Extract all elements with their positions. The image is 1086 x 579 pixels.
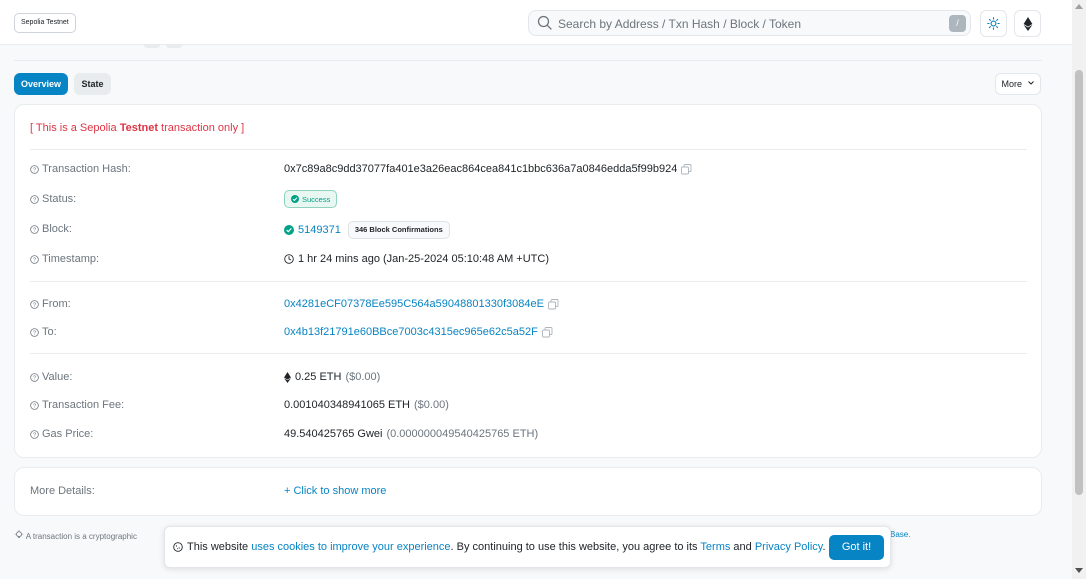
divider bbox=[30, 149, 1027, 150]
from-address-link[interactable]: 0x4281eCF07378Ee595C564a59048801330f3084… bbox=[284, 298, 544, 310]
search-placeholder: Search by Address / Txn Hash / Block / T… bbox=[558, 17, 802, 31]
to-address-link[interactable]: 0x4b13f21791e60BBce7003c4315ec965e62c5a5… bbox=[284, 326, 538, 338]
copy-icon[interactable] bbox=[548, 298, 559, 310]
divider bbox=[30, 353, 1027, 354]
cookie-text: This website uses cookies to improve you… bbox=[173, 541, 826, 553]
question-icon: ? bbox=[30, 254, 39, 264]
more-label: More bbox=[1001, 79, 1022, 89]
from-label: ? From: bbox=[30, 298, 71, 310]
more-dropdown-button[interactable]: More bbox=[995, 73, 1041, 95]
value-value: 0.25 ETH ($0.00) bbox=[284, 371, 380, 383]
search-shortcut-key: / bbox=[949, 15, 966, 32]
copy-icon[interactable] bbox=[681, 163, 692, 175]
tx-hash-label: ? Transaction Hash: bbox=[30, 163, 131, 175]
privacy-policy-link[interactable]: Privacy Policy bbox=[755, 541, 823, 553]
question-icon: ? bbox=[30, 224, 39, 234]
scroll-thumb[interactable] bbox=[1075, 70, 1083, 495]
ethereum-icon bbox=[284, 371, 291, 383]
network-badge[interactable]: Sepolia Testnet bbox=[14, 13, 76, 33]
scroll-up-arrow-icon[interactable] bbox=[1075, 4, 1083, 9]
block-number-link[interactable]: 5149371 bbox=[298, 224, 341, 236]
block-value: 5149371 346 Block Confirmations bbox=[284, 221, 450, 239]
hidden-toolbar-stub bbox=[166, 44, 182, 48]
footnote: A transaction is a cryptographic bbox=[14, 530, 137, 541]
tab-state[interactable]: State bbox=[74, 73, 111, 95]
fee-value: 0.001040348941065 ETH ($0.00) bbox=[284, 399, 449, 411]
hidden-toolbar-stub bbox=[144, 44, 160, 48]
scrollbar[interactable] bbox=[1072, 0, 1086, 579]
more-details-label: More Details: bbox=[30, 485, 95, 497]
question-icon: ? bbox=[30, 164, 39, 174]
testnet-notice: [ This is a Sepolia Testnet transaction … bbox=[30, 122, 245, 134]
gas-price-label: ? Gas Price: bbox=[30, 428, 93, 440]
lightbulb-icon bbox=[14, 530, 24, 538]
scroll-down-arrow-icon[interactable] bbox=[1075, 568, 1083, 573]
divider bbox=[30, 281, 1027, 282]
theme-toggle-button[interactable] bbox=[980, 10, 1007, 37]
search-icon bbox=[537, 15, 552, 30]
fee-label: ? Transaction Fee: bbox=[30, 399, 124, 411]
sun-icon bbox=[987, 17, 1000, 30]
timestamp-label: ? Timestamp: bbox=[30, 253, 99, 265]
check-circle-icon bbox=[291, 195, 299, 203]
show-more-link[interactable]: + Click to show more bbox=[284, 485, 386, 497]
timestamp-value: 1 hr 24 mins ago (Jan-25-2024 05:10:48 A… bbox=[284, 253, 549, 265]
top-bar: Sepolia Testnet Search by Address / Txn … bbox=[0, 0, 1072, 45]
to-label: ? To: bbox=[30, 326, 57, 338]
from-value: 0x4281eCF07378Ee595C564a59048801330f3084… bbox=[284, 298, 559, 310]
footnote-link[interactable]: Base. bbox=[890, 530, 910, 539]
tx-hash-value: 0x7c89a8c9dd37077fa401e3a26eac864cea841c… bbox=[284, 163, 692, 175]
status-label: ? Status: bbox=[30, 193, 76, 205]
value-label: ? Value: bbox=[30, 371, 72, 383]
question-icon: ? bbox=[30, 429, 39, 439]
question-icon: ? bbox=[30, 327, 39, 337]
chevron-down-icon bbox=[1027, 81, 1034, 85]
confirmations-badge: 346 Block Confirmations bbox=[347, 221, 450, 239]
clock-icon bbox=[284, 254, 294, 264]
tx-hash-text: 0x7c89a8c9dd37077fa401e3a26eac864cea841c… bbox=[284, 163, 678, 175]
gas-price-value: 49.540425765 Gwei (0.000000049540425765 … bbox=[284, 428, 539, 440]
status-value: Success bbox=[284, 190, 338, 208]
section-divider bbox=[14, 60, 1042, 61]
question-icon: ? bbox=[30, 194, 39, 204]
status-badge: Success bbox=[284, 190, 338, 208]
to-value: 0x4b13f21791e60BBce7003c4315ec965e62c5a5… bbox=[284, 326, 553, 338]
ethereum-icon bbox=[1023, 16, 1032, 31]
copy-icon[interactable] bbox=[541, 326, 553, 338]
question-icon: ? bbox=[30, 400, 39, 410]
cookie-icon bbox=[173, 542, 183, 552]
cookie-banner: This website uses cookies to improve you… bbox=[164, 526, 891, 568]
network-switch-button[interactable] bbox=[1014, 10, 1041, 37]
question-icon: ? bbox=[30, 299, 39, 309]
tab-overview[interactable]: Overview bbox=[14, 73, 68, 95]
check-circle-icon bbox=[284, 225, 294, 235]
got-it-button[interactable]: Got it! bbox=[829, 535, 884, 560]
search-input[interactable]: Search by Address / Txn Hash / Block / T… bbox=[528, 10, 971, 36]
question-icon: ? bbox=[30, 372, 39, 382]
cookie-policy-link[interactable]: uses cookies to improve your experience bbox=[251, 541, 450, 553]
block-label: ? Block: bbox=[30, 223, 72, 235]
terms-link[interactable]: Terms bbox=[700, 541, 730, 553]
more-details-card bbox=[14, 467, 1042, 516]
